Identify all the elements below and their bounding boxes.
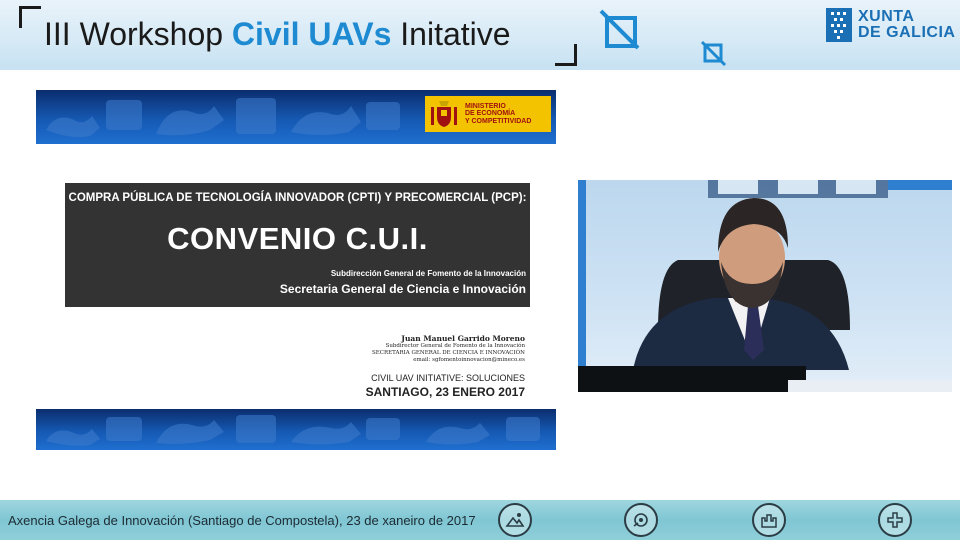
author-email: email: sgfomentoinnovacion@mineco.es: [413, 357, 525, 363]
author-block: Juan Manuel Garrido Moreno Subdirector G…: [372, 334, 525, 364]
xunta-wordmark-line1: XUNTA: [858, 8, 915, 25]
workshop-title: III Workshop Civil UAVs Initative: [44, 14, 511, 54]
cpti-heading: COMPRA PÚBLICA DE TECNOLOGÍA INNOVADOR (…: [68, 192, 527, 204]
event-block: CIVIL UAV INITIATIVE: SOLUCIONES SANTIAG…: [366, 373, 525, 399]
slide-main-title: CONVENIO C.U.I.: [167, 221, 428, 256]
medical-cross-icon: [878, 503, 912, 537]
event-name: CIVIL UAV INITIATIVE: SOLUCIONES: [371, 373, 525, 383]
castle-icon: [752, 503, 786, 537]
frame-corner-bottom-right: [555, 44, 577, 66]
uav-box-small-icon: [700, 40, 727, 67]
author-name: Juan Manuel Garrido Moreno: [401, 334, 525, 343]
slide-title-box: COMPRA PÚBLICA DE TECNOLOGÍA INNOVADOR (…: [65, 183, 530, 307]
event-date: SANTIAGO, 23 ENERO 2017: [365, 385, 525, 399]
speaker-video: [578, 180, 952, 392]
footer-bar: Axencia Galega de Innovación (Santiago d…: [0, 500, 960, 540]
ministry-name: MINISTERIO DE ECONOMÍA Y COMPETITIVIDAD: [465, 103, 531, 126]
xunta-wordmark-line2: DE GALICIA: [858, 24, 956, 41]
subdirection-label: Subdirección General de Fomento de la In…: [330, 269, 526, 278]
galicia-heraldry-pattern: [46, 98, 400, 138]
footer-caption: Axencia Galega de Innovación (Santiago d…: [8, 513, 476, 528]
presentation-slide: MINISTERIO DE ECONOMÍA Y COMPETITIVIDAD …: [36, 90, 556, 450]
speaker-figure: [578, 180, 952, 392]
gear-eye-icon: [624, 503, 658, 537]
uav-box-icon: [599, 9, 640, 50]
workshop-title-post: Initative: [391, 16, 511, 52]
header-banner: III Workshop Civil UAVs Initative XUNTA …: [0, 0, 960, 70]
frame-corner-top-left: [19, 6, 41, 28]
author-role: Subdirector General de Fomento de la Inn…: [385, 343, 525, 349]
author-organization: SECRETARIA GENERAL DE CIENCIA E INNOVACI…: [372, 350, 525, 356]
ministry-line-3: Y COMPETITIVIDAD: [465, 117, 532, 125]
secretaria-label: Secretaria General de Ciencia e Innovaci…: [279, 282, 526, 296]
ministry-logo: MINISTERIO DE ECONOMÍA Y COMPETITIVIDAD: [425, 96, 551, 132]
slide-footer-band: [36, 409, 556, 450]
ministry-line-2: DE ECONOMÍA: [465, 110, 516, 118]
spain-coat-of-arms-icon: [431, 101, 457, 127]
xunta-wordmark: XUNTA DE GALICIA: [858, 9, 955, 41]
galicia-heraldry-pattern-bottom: [46, 415, 540, 446]
xunta-logo: XUNTA DE GALICIA: [826, 8, 955, 42]
xunta-emblem-icon: [826, 8, 852, 42]
slide-header-band: MINISTERIO DE ECONOMÍA Y COMPETITIVIDAD: [36, 90, 556, 144]
workshop-title-pre: III Workshop: [44, 16, 232, 52]
workshop-title-accent: Civil UAVs: [231, 16, 392, 52]
landscape-icon: [498, 503, 532, 537]
